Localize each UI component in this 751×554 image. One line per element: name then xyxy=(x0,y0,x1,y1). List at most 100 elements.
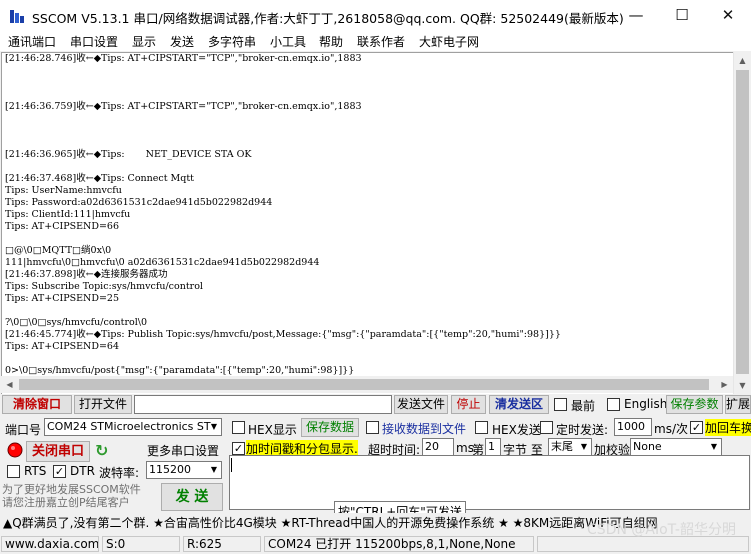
hex-send-label: HEX发送 xyxy=(492,423,541,437)
receive-line xyxy=(5,125,561,137)
timestamp-checkbox[interactable]: ✓ xyxy=(232,442,245,455)
scroll-down-arrow-icon[interactable]: ▼ xyxy=(734,377,751,394)
hex-display-checkbox[interactable] xyxy=(232,421,245,434)
hex-display-label: HEX显示 xyxy=(248,423,297,437)
save-params-button[interactable]: 保存参数 xyxy=(666,395,723,414)
port-label: 端口号 xyxy=(5,423,42,437)
english-label: English xyxy=(624,397,668,411)
window-title: SSCOM V5.13.1 串口/网络数据调试器,作者:大虾丁丁,2618058… xyxy=(32,11,624,26)
port-select[interactable]: COM24 STMicroelectronics ST ▼ xyxy=(44,418,222,436)
file-path-input[interactable] xyxy=(134,395,392,414)
promo-line-1: 为了更好地发展SSCOM软件 xyxy=(2,483,141,496)
status-port-info: COM24 已打开 115200bps,8,1,None,None xyxy=(264,536,534,552)
baud-value: 115200 xyxy=(149,463,191,476)
menu-bar: 通讯端口 串口设置 显示 发送 多字符串 小工具 帮助 联系作者 大虾电子网 xyxy=(0,31,751,51)
chevron-down-icon: ▼ xyxy=(580,442,588,451)
receive-line: 111|hmvcfu\0□hmvcfu\0 a02d6361531c2dae94… xyxy=(5,257,320,268)
receive-line: [21:46:28.746]收←◆Tips: AT+CIPSTART="TCP"… xyxy=(5,53,362,64)
open-file-button[interactable]: 打开文件 xyxy=(74,395,132,414)
save-data-button[interactable]: 保存数据 xyxy=(301,418,359,437)
add-crlf-checkbox[interactable]: ✓ xyxy=(690,421,703,434)
receive-line: Tips: UserName:hmvcfu xyxy=(5,185,122,196)
chevron-down-icon: ▼ xyxy=(710,442,718,451)
scroll-left-arrow-icon[interactable]: ◀ xyxy=(1,376,18,393)
send-file-button[interactable]: 发送文件 xyxy=(394,395,448,414)
status-received-count: R:625 xyxy=(183,536,261,552)
latest-checkbox[interactable] xyxy=(554,398,567,411)
timeout-input[interactable]: 20 xyxy=(422,438,454,456)
receive-line xyxy=(5,137,561,149)
receive-line xyxy=(5,89,561,101)
send-text-area[interactable] xyxy=(229,455,750,510)
tail-select[interactable]: 末尾 ▼ xyxy=(548,438,592,456)
receive-line: Tips: AT+CIPSEND=66 xyxy=(5,221,120,232)
text-caret xyxy=(231,458,232,472)
rts-label: RTS xyxy=(24,464,47,478)
scroll-thumb[interactable] xyxy=(736,70,749,374)
rts-checkbox[interactable] xyxy=(7,465,20,478)
receive-line xyxy=(5,305,561,317)
clear-send-button[interactable]: 清发送区 xyxy=(489,395,549,414)
receive-line: Tips: AT+CIPSEND=25 xyxy=(5,293,120,304)
scroll-right-arrow-icon[interactable]: ▶ xyxy=(716,376,733,393)
receive-line: Tips: Password:a02d6361531c2dae941d5b022… xyxy=(5,197,273,208)
receive-line xyxy=(5,65,561,77)
timed-send-checkbox[interactable] xyxy=(540,421,553,434)
close-port-button[interactable]: 关闭串口 xyxy=(26,441,90,462)
receive-line xyxy=(5,233,561,245)
menu-display[interactable]: 显示 xyxy=(132,33,156,50)
menu-daxia-site[interactable]: 大虾电子网 xyxy=(419,33,479,50)
port-value: COM24 STMicroelectronics ST xyxy=(47,420,211,433)
receive-line xyxy=(5,161,561,173)
menu-comm-port[interactable]: 通讯端口 xyxy=(8,33,56,50)
english-checkbox[interactable] xyxy=(607,398,620,411)
checksum-value: None xyxy=(633,440,662,453)
hscroll-thumb[interactable] xyxy=(19,379,709,390)
csdn-watermark: CSDN @AIoT-韶华分明 xyxy=(587,522,736,538)
close-button[interactable]: ✕ xyxy=(705,0,751,31)
menu-send[interactable]: 发送 xyxy=(170,33,194,50)
baud-select[interactable]: 115200 ▼ xyxy=(146,461,222,479)
latest-label: 最前 xyxy=(571,399,596,413)
chevron-down-icon: ▼ xyxy=(210,422,218,431)
receive-line xyxy=(5,77,561,89)
receive-line: □@\0□MQTT□绱0x\0 xyxy=(5,245,112,256)
minimize-button[interactable]: — xyxy=(613,0,659,31)
port-status-indicator-icon xyxy=(7,442,23,458)
scroll-up-arrow-icon[interactable]: ▲ xyxy=(734,52,751,69)
interval-input[interactable]: 1000 xyxy=(614,418,652,436)
dtr-checkbox[interactable]: ✓ xyxy=(53,465,66,478)
tail-value: 末尾 xyxy=(551,440,573,453)
chevron-down-icon: ▼ xyxy=(210,465,218,474)
receive-text-area[interactable]: [21:46:28.746]收←◆Tips: AT+CIPSTART="TCP"… xyxy=(1,52,733,394)
title-bar: SSCOM V5.13.1 串口/网络数据调试器,作者:大虾丁丁,2618058… xyxy=(0,0,751,31)
menu-multi-string[interactable]: 多字符串 xyxy=(208,33,256,50)
receive-line xyxy=(5,113,561,125)
recv-to-file-checkbox[interactable] xyxy=(366,421,379,434)
receive-line: ?\0□\0□sys/hmvcfu/control\0 xyxy=(5,317,148,328)
checksum-select[interactable]: None ▼ xyxy=(630,438,722,456)
menu-tools[interactable]: 小工具 xyxy=(270,33,306,50)
clear-window-button[interactable]: 清除窗口 xyxy=(2,395,72,414)
send-button[interactable]: 发 送 xyxy=(161,483,223,511)
add-crlf-label: 加回车换行 xyxy=(705,419,751,436)
menu-help[interactable]: 帮助 xyxy=(319,33,343,50)
maximize-button[interactable]: ☐ xyxy=(659,0,705,31)
receive-horizontal-scrollbar[interactable]: ◀ ▶ xyxy=(1,376,733,393)
receive-vertical-scrollbar[interactable]: ▲ ▼ xyxy=(733,52,750,394)
receive-line: [21:46:37.468]收←◆Tips: Connect Mqtt xyxy=(5,173,194,184)
receive-line: [21:46:45.774]收←◆Tips: Publish Topic:sys… xyxy=(5,329,561,340)
byte-index-input[interactable]: 1 xyxy=(485,438,501,456)
stop-button[interactable]: 停止 xyxy=(451,395,486,414)
refresh-icon[interactable]: ↻ xyxy=(95,443,111,459)
more-port-settings-link[interactable]: 更多串口设置 xyxy=(147,442,219,459)
receive-line: Tips: Subscribe Topic:sys/hmvcfu/control xyxy=(5,281,203,292)
sscom-app-icon xyxy=(10,10,24,23)
menu-serial-settings[interactable]: 串口设置 xyxy=(70,33,118,50)
menu-contact-author[interactable]: 联系作者 xyxy=(357,33,405,50)
expand-button[interactable]: 扩展 xyxy=(725,395,751,414)
receive-line: [21:46:36.965]收←◆Tips: NET_DEVICE STA OK xyxy=(5,149,252,160)
hex-send-checkbox[interactable] xyxy=(475,421,488,434)
promo-text[interactable]: 为了更好地发展SSCOM软件 请您注册嘉立创P结尾客户 xyxy=(2,483,141,509)
status-site-link[interactable]: www.daxia.com xyxy=(1,536,99,552)
